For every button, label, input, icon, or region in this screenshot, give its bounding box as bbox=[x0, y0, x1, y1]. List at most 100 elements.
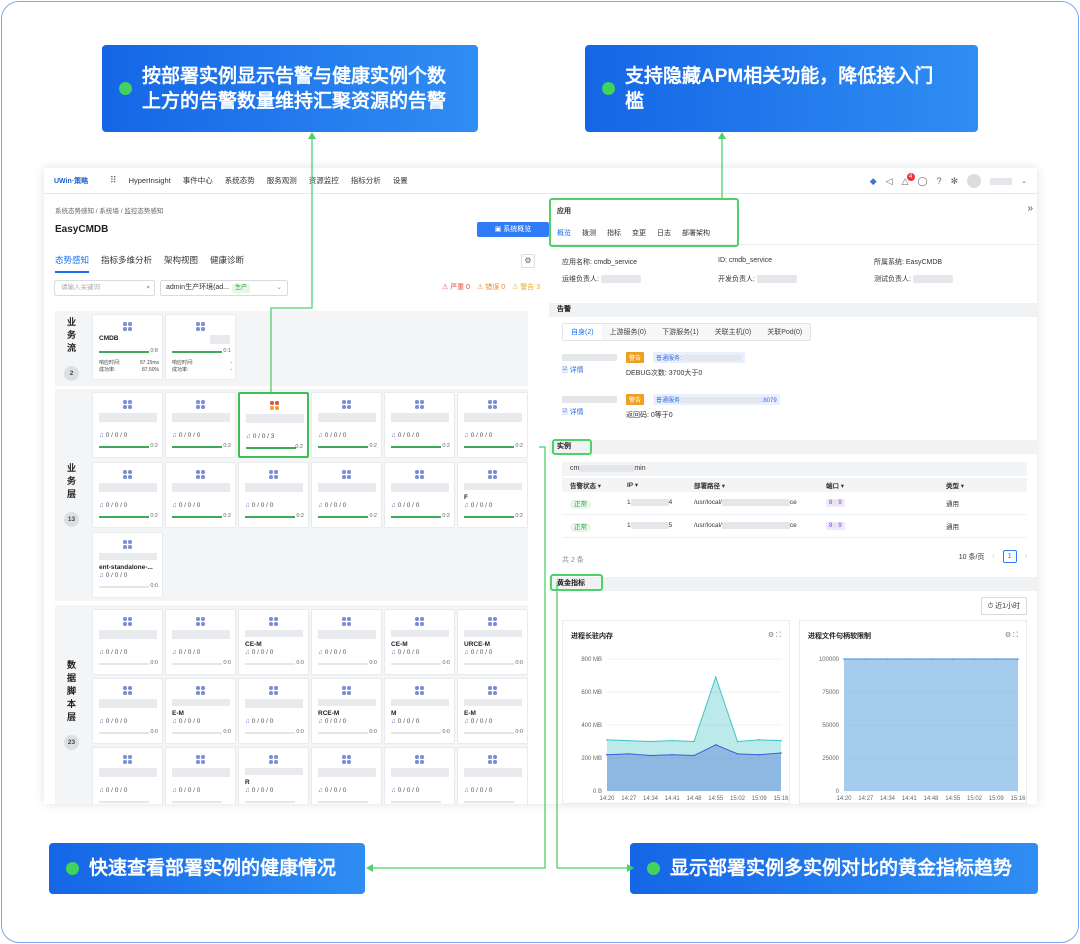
instance-card[interactable]: ♫ 0 / 0 / 0 0:0 bbox=[165, 609, 236, 675]
tab-deploy[interactable]: 部署架构 bbox=[682, 228, 710, 238]
gear-icon[interactable]: ✻ bbox=[951, 176, 959, 187]
instance-card[interactable]: E-M ♫ 0 / 0 / 0 0:0 bbox=[165, 678, 236, 744]
top-right-tools: ◆ ◁ △ 4 ◯ ? ✻ ⌄ bbox=[870, 172, 1027, 188]
tab-change[interactable]: 变更 bbox=[632, 228, 646, 238]
tab-situation[interactable]: 态势感知 bbox=[55, 254, 90, 273]
port-tail: 9 bbox=[838, 500, 842, 507]
bullet-dot bbox=[66, 862, 79, 875]
tab-metrics[interactable]: 指标 bbox=[607, 228, 621, 238]
message-icon[interactable]: ◯ bbox=[917, 176, 927, 187]
alarm-value: 0 / 0 / 0 bbox=[324, 502, 347, 509]
detail-link[interactable]: 🗎 详情 bbox=[562, 407, 584, 419]
instance-card[interactable]: ♫ 0 / 0 / 0 bbox=[92, 747, 163, 804]
settings-icon[interactable]: ⚙ bbox=[521, 254, 535, 268]
series-area bbox=[844, 659, 1018, 791]
instance-card[interactable]: ♫ 0 / 0 / 0 bbox=[457, 747, 528, 804]
instance-card[interactable]: URCE-M ♫ 0 / 0 / 0 0:0 bbox=[457, 609, 528, 675]
instance-card[interactable]: ♫ 0 / 0 / 0 0:0 bbox=[92, 678, 163, 744]
instance-card[interactable]: ♫ 0 / 0 / 0 0:2 bbox=[165, 462, 236, 528]
instance-card[interactable]: RCE-M ♫ 0 / 0 / 0 0:0 bbox=[311, 678, 382, 744]
instance-card[interactable]: 响应时间: - 成功率: - 0:1 bbox=[165, 314, 236, 380]
instance-card[interactable]: ♫ 0 / 0 / 0 0:2 bbox=[311, 392, 382, 458]
subtab-upstream[interactable]: 上游服务(0) bbox=[602, 324, 655, 340]
th-path[interactable]: 部署路径 ▾ bbox=[694, 480, 826, 490]
instance-card[interactable]: R ♫ 0 / 0 / 0 bbox=[238, 747, 309, 804]
tab-log[interactable]: 日志 bbox=[657, 228, 671, 238]
chevron-down-icon[interactable]: ⌄ bbox=[1021, 177, 1027, 185]
speaker-icon[interactable]: ◁ bbox=[886, 176, 893, 187]
prev-page-icon[interactable]: ‹ bbox=[992, 553, 994, 560]
system-overview-button[interactable]: ▣ 系统概览 bbox=[477, 222, 549, 237]
instance-card[interactable]: ♫ 0 / 0 / 0 0:0 bbox=[92, 609, 163, 675]
health-ratio: 0:2 bbox=[442, 513, 450, 519]
blurred-name bbox=[464, 699, 522, 706]
apps-grid-icon[interactable]: ⠿ bbox=[110, 175, 117, 186]
tab-probe[interactable]: 拨测 bbox=[582, 228, 596, 238]
cube-icon[interactable]: ◆ bbox=[870, 176, 877, 187]
th-port[interactable]: 端口 ▾ bbox=[826, 480, 946, 490]
nav-item[interactable]: 指标分析 bbox=[351, 175, 381, 186]
instance-card[interactable]: E-M ♫ 0 / 0 / 0 0:0 bbox=[457, 678, 528, 744]
detail-link[interactable]: 🗎 详情 bbox=[562, 365, 584, 377]
instance-icon bbox=[488, 617, 497, 626]
bell-icon: ♫ bbox=[172, 787, 179, 794]
table-row[interactable]: 正常 15 /usr/local/ce 89 通用 bbox=[562, 515, 1027, 538]
instance-card[interactable]: ♫ 0 / 0 / 0 0:2 bbox=[238, 462, 309, 528]
avatar[interactable] bbox=[967, 174, 982, 188]
page-size-select[interactable]: 10 条/页 bbox=[959, 552, 985, 562]
subtab-downstream[interactable]: 下游服务(1) bbox=[654, 324, 707, 340]
nav-item[interactable]: 设置 bbox=[393, 175, 408, 186]
instance-card[interactable]: ent-standalone-... ♫ 0 / 0 / 0 0:0 bbox=[92, 532, 163, 598]
blurred-name bbox=[318, 413, 376, 422]
instance-card[interactable]: ♫ 0 / 0 / 0 0:2 bbox=[384, 462, 455, 528]
instance-card[interactable]: ♫ 0 / 0 / 0 bbox=[165, 747, 236, 804]
instance-card[interactable]: ♫ 0 / 0 / 0 0:2 bbox=[457, 392, 528, 458]
instance-card[interactable]: ♫ 0 / 0 / 0 0:2 bbox=[92, 462, 163, 528]
alarm-value: 0 / 0 / 0 bbox=[178, 432, 201, 439]
help-icon[interactable]: ? bbox=[937, 176, 942, 186]
th-ip[interactable]: IP ▾ bbox=[627, 481, 694, 489]
instance-card[interactable]: ♫ 0 / 0 / 0 0:2 bbox=[311, 462, 382, 528]
tab-metrics[interactable]: 指标多维分析 bbox=[101, 254, 152, 273]
table-row[interactable]: 正常 14 /usr/local/ce 89 通用 bbox=[562, 492, 1027, 515]
stat-value: - bbox=[230, 360, 232, 366]
subtab-pod[interactable]: 关联Pod(0) bbox=[759, 324, 810, 340]
instance-card[interactable]: CE-M ♫ 0 / 0 / 0 0:0 bbox=[238, 609, 309, 675]
next-page-icon[interactable]: › bbox=[1025, 553, 1027, 560]
breadcrumb[interactable]: 系统态势感知 / 系统墙 / 监控态势感知 bbox=[55, 205, 163, 215]
page-number[interactable]: 1 bbox=[1002, 550, 1017, 563]
nav-item[interactable]: 事件中心 bbox=[183, 175, 213, 186]
nav-item[interactable]: 资源监控 bbox=[309, 175, 339, 186]
nav-item[interactable]: 服务观测 bbox=[267, 175, 297, 186]
tab-health[interactable]: 健康诊断 bbox=[210, 254, 244, 273]
app-name[interactable]: HyperInsight bbox=[129, 176, 171, 185]
health-bar bbox=[464, 446, 514, 448]
instance-card[interactable]: ♫ 0 / 0 / 0 0:0 bbox=[238, 678, 309, 744]
subtab-host[interactable]: 关联主机(0) bbox=[707, 324, 760, 340]
time-range-button[interactable]: ⏱ 近1小时 bbox=[980, 597, 1027, 615]
instance-card[interactable]: M ♫ 0 / 0 / 0 0:0 bbox=[384, 678, 455, 744]
tab-architecture[interactable]: 架构视图 bbox=[164, 254, 198, 273]
collapse-icon[interactable]: » bbox=[1027, 203, 1033, 214]
subtab-self[interactable]: 自身(2) bbox=[563, 324, 602, 340]
th-type[interactable]: 类型 ▾ bbox=[946, 480, 964, 490]
instance-card[interactable]: ♫ 0 / 0 / 0 0:2 bbox=[384, 392, 455, 458]
env-select[interactable]: admin生产环境(ad... 生产 ⌄ bbox=[160, 280, 288, 296]
instance-card[interactable]: F ♫ 0 / 0 / 0 0:2 bbox=[457, 462, 528, 528]
instance-card[interactable]: ♫ 0 / 0 / 0 bbox=[384, 747, 455, 804]
instance-card[interactable]: ♫ 0 / 0 / 0 0:2 bbox=[92, 392, 163, 458]
th-status[interactable]: 告警状态 ▾ bbox=[562, 480, 627, 490]
search-input[interactable]: 请输入关键词 ⌕ bbox=[54, 280, 155, 296]
instance-card[interactable]: CMDB 响应时间: 97.15ms 成功率: 87.50% 0:8 bbox=[92, 314, 163, 380]
nav-item[interactable]: 系统态势 bbox=[225, 175, 255, 186]
cell-ip: 14 bbox=[627, 499, 694, 507]
instance-card[interactable]: ♫ 0 / 0 / 0 0:0 bbox=[311, 609, 382, 675]
instance-card[interactable]: CE-M ♫ 0 / 0 / 0 0:0 bbox=[384, 609, 455, 675]
instance-card[interactable]: ♫ 0 / 0 / 0 0:2 bbox=[165, 392, 236, 458]
alarm-value: 0 / 0 / 0 bbox=[105, 718, 128, 725]
cell-path: /usr/local/ce bbox=[694, 499, 826, 507]
tab-overview[interactable]: 概览 bbox=[557, 228, 571, 238]
instance-card[interactable]: ♫ 0 / 0 / 0 bbox=[311, 747, 382, 804]
bell-icon[interactable]: △ 4 bbox=[902, 172, 915, 187]
instance-card[interactable]: ♫ 0 / 0 / 3 0:2 bbox=[238, 392, 309, 458]
